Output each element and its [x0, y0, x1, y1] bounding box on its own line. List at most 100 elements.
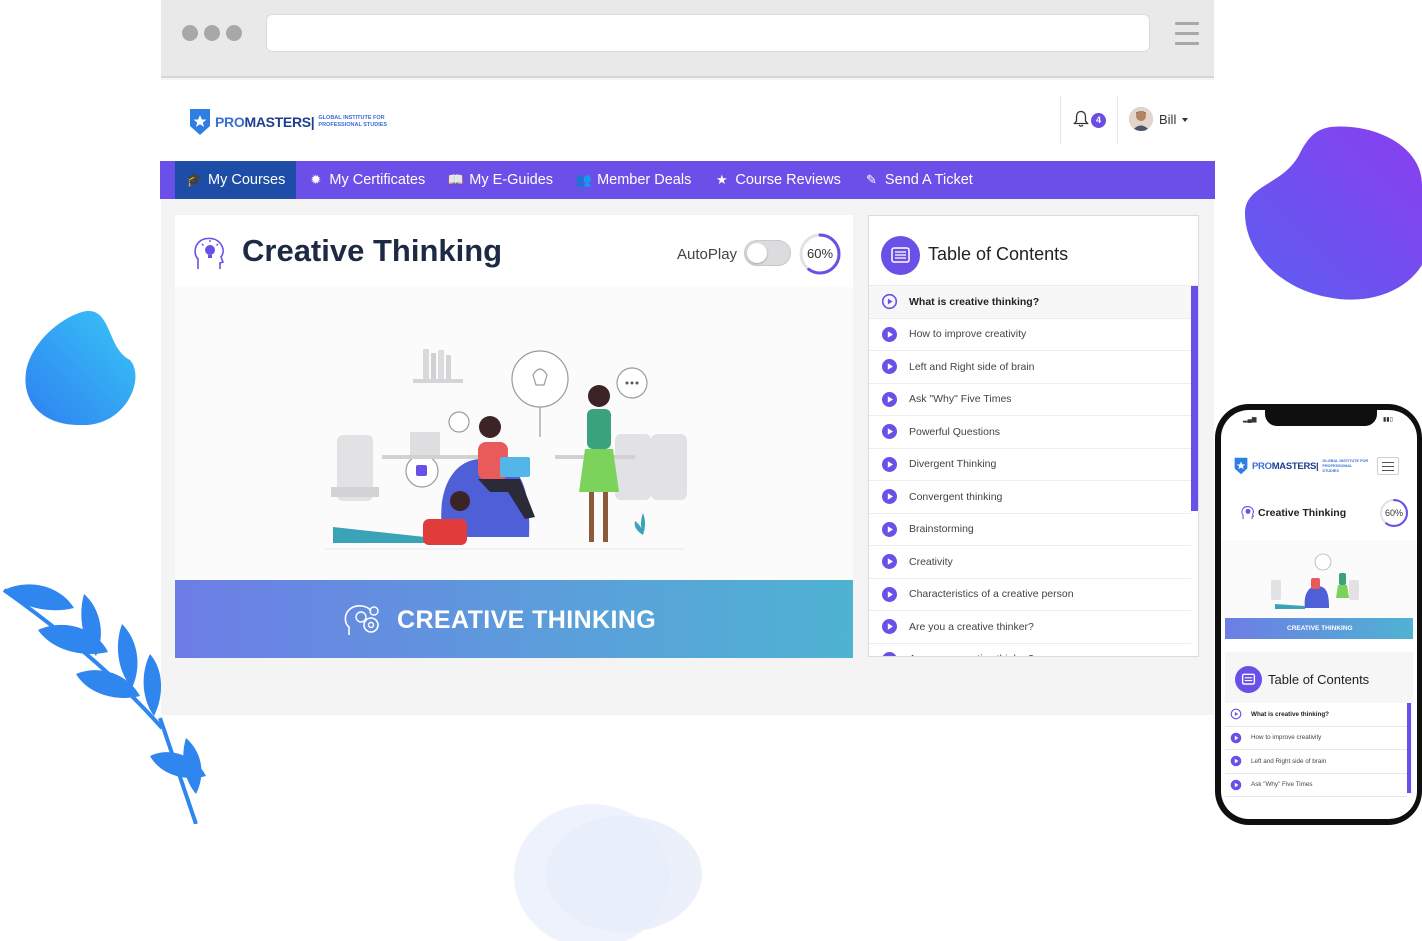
toc-item-label: Ask "Why" Five Times — [909, 393, 1012, 406]
list-icon — [881, 236, 920, 275]
bell-icon[interactable] — [1073, 110, 1089, 128]
site-header: PROMASTERS| GLOBAL INSTITUTE FOR PROFESS… — [161, 80, 1214, 161]
nav-item-course-reviews[interactable]: ★ Course Reviews — [702, 161, 852, 199]
mobile-toc-item-label: Left and Right side of brain — [1251, 757, 1327, 765]
autoplay-toggle[interactable] — [744, 240, 791, 266]
toc-item[interactable]: Creativity — [869, 546, 1191, 579]
course-illustration — [175, 287, 853, 580]
shield-star-icon — [190, 109, 210, 135]
play-circle-icon — [882, 619, 897, 635]
mobile-course-illustration — [1221, 540, 1417, 618]
chevron-down-icon[interactable] — [1182, 118, 1188, 122]
course-banner: CREATIVE THINKING — [175, 580, 853, 658]
star-icon: ★ — [716, 172, 728, 187]
mobile-toc-item-label: What is creative thinking? — [1251, 710, 1330, 718]
toc-item-label: Powerful Questions — [909, 425, 1001, 438]
mobile-toc-panel: Table of Contents What is creative think… — [1225, 652, 1413, 797]
nav-item-my-courses[interactable]: 🎓 My Courses — [175, 161, 297, 199]
mobile-toc-item[interactable]: Left and Right side of brain — [1225, 750, 1407, 774]
mobile-page-title: Creative Thinking — [1258, 507, 1347, 519]
toc-item[interactable]: Characteristics of a creative person — [869, 579, 1191, 611]
shield-star-icon — [1234, 457, 1248, 475]
header-divider — [1060, 96, 1061, 144]
nav-item-my-e-guides[interactable]: 📖 My E-Guides — [436, 161, 564, 199]
play-circle-icon — [1230, 755, 1242, 767]
toc-item[interactable]: How to improve creativity — [869, 319, 1191, 351]
certificate-icon: ✹ — [310, 172, 322, 187]
browser-chrome — [161, 0, 1214, 78]
header-divider — [1117, 96, 1118, 144]
brand-name: PROMASTERS| — [215, 114, 315, 130]
toc-item-label: Are you a creative thinker? — [909, 620, 1034, 633]
phone-screen: ▂▄▆ ▮▮▯ PROMASTERS| GLOBAL INSTITUTE FOR… — [1221, 410, 1417, 819]
mobile-menu-icon[interactable] — [1377, 457, 1399, 475]
user-name[interactable]: Bill — [1159, 112, 1176, 127]
main-nav: 🎓 My Courses ✹ My Certificates 📖 My E-Guide… — [160, 161, 1215, 199]
course-player: Creative Thinking AutoPlay 60% CREATIVE … — [175, 215, 853, 658]
play-circle-icon — [1230, 779, 1242, 791]
toc-item[interactable]: Ask "Why" Five Times — [869, 384, 1191, 416]
mobile-toc-item-label: Ask "Why" Five Times — [1251, 781, 1313, 789]
banner-title: CREATIVE THINKING — [397, 606, 657, 634]
mobile-toc-item-label: How to improve creativity — [1251, 734, 1322, 742]
play-circle-icon — [882, 326, 897, 342]
toc-item-label: What is creative thinking? — [909, 295, 1040, 308]
mobile-toc-item[interactable]: Ask "Why" Five Times — [1225, 773, 1407, 797]
list-icon — [1235, 666, 1262, 693]
page-title: Creative Thinking — [242, 233, 503, 268]
progress-percent: 60% — [806, 246, 834, 261]
toc-item[interactable]: Left and Right side of brain — [869, 351, 1191, 384]
window-dot[interactable] — [226, 25, 242, 41]
avatar[interactable] — [1129, 107, 1153, 131]
edit-icon: ✎ — [865, 172, 877, 187]
mobile-toc-item[interactable]: What is creative thinking? — [1225, 703, 1407, 727]
toc-panel: Table of Contents What is creative think… — [868, 215, 1199, 657]
window-dot[interactable] — [204, 25, 220, 41]
stage: PROMASTERS| GLOBAL INSTITUTE FOR PROFESS… — [0, 0, 1422, 941]
toc-title: Table of Contents — [928, 244, 1069, 264]
browser-menu-icon[interactable] — [1175, 22, 1199, 46]
purple-blob-decoration — [1245, 126, 1422, 300]
toc-header: Table of Contents — [869, 216, 1198, 286]
mobile-course-banner: CREATIVE THINKING — [1225, 618, 1413, 639]
window-dot[interactable] — [182, 25, 198, 41]
phone-mockup: ▂▄▆ ▮▮▯ PROMASTERS| GLOBAL INSTITUTE FOR… — [1215, 404, 1422, 825]
toc-item[interactable]: Powerful Questions — [869, 416, 1191, 449]
brand-logo[interactable]: PROMASTERS| GLOBAL INSTITUTE FOR PROFESS… — [189, 107, 388, 137]
toc-item[interactable]: Convergent thinking — [869, 481, 1191, 514]
signal-icon: ▂▄▆ — [1243, 417, 1257, 423]
toc-item[interactable]: Are you a creative thinker? — [869, 644, 1191, 656]
blue-blob-decoration — [25, 311, 136, 426]
nav-item-member-deals[interactable]: 👥 Member Deals — [564, 161, 702, 199]
toc-scrollbar[interactable] — [1191, 286, 1198, 511]
toc-item-label: Divergent Thinking — [909, 458, 997, 471]
brand-tagline: GLOBAL INSTITUTE FOR PROFESSIONAL STUDIE… — [318, 115, 388, 128]
play-circle-icon — [882, 586, 897, 602]
autoplay-label: AutoPlay — [677, 246, 738, 263]
graduation-cap-icon: 🎓 — [186, 172, 203, 187]
play-circle-icon — [1230, 732, 1242, 744]
mobile-toc-list: What is creative thinking? How to improve… — [1225, 703, 1407, 797]
play-circle-icon — [882, 554, 897, 570]
play-circle-icon — [882, 359, 897, 375]
play-circle-icon — [1230, 708, 1242, 720]
play-circle-icon — [882, 521, 897, 537]
nav-item-my-certificates[interactable]: ✹ My Certificates — [296, 161, 436, 199]
toc-item[interactable]: Are you a creative thinker? — [869, 611, 1191, 644]
mobile-toc-scrollbar[interactable] — [1407, 703, 1411, 793]
toc-item[interactable]: Divergent Thinking — [869, 449, 1191, 481]
battery-icon: ▮▮▯ — [1383, 417, 1393, 423]
play-circle-icon — [882, 424, 897, 440]
toc-item[interactable]: Brainstorming — [869, 514, 1191, 546]
mobile-progress-percent: 60% — [1384, 508, 1403, 518]
mobile-brand-logo[interactable]: PROMASTERS| GLOBAL INSTITUTE FOR PROFESS… — [1234, 457, 1368, 475]
book-icon: 📖 — [447, 172, 464, 187]
nav-item-send-a-ticket[interactable]: ✎ Send A Ticket — [852, 161, 984, 199]
browser-window: PROMASTERS| GLOBAL INSTITUTE FOR PROFESS… — [160, 0, 1215, 715]
mobile-toc-item[interactable]: How to improve creativity — [1225, 726, 1407, 750]
address-bar[interactable] — [266, 14, 1150, 52]
mobile-toc-title: Table of Contents — [1268, 672, 1370, 687]
toc-item-label: Left and Right side of brain — [909, 360, 1035, 373]
play-circle-icon — [882, 651, 897, 656]
toc-item[interactable]: What is creative thinking? — [869, 286, 1191, 319]
